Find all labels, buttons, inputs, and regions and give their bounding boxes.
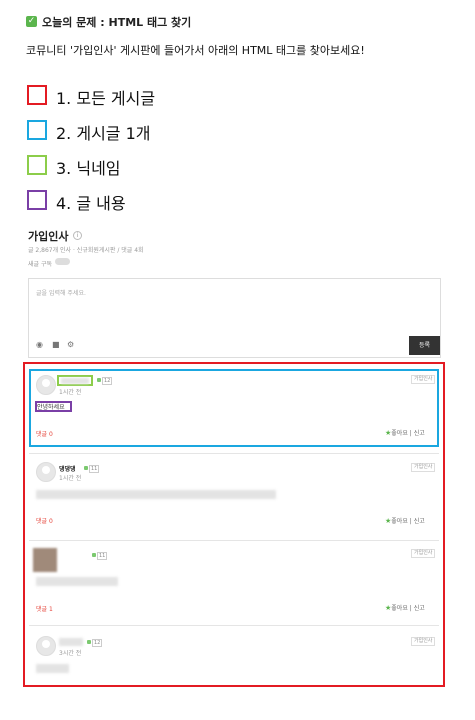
badge-icon [92,553,96,557]
post-separator [29,625,439,626]
post-actions: ★좋아요 | 신고 [385,604,425,612]
question-description: 코뮤니티 '가입인사' 게시판에 들어가서 아래의 HTML 태그를 찾아보세요… [26,44,365,57]
legend-label-one-post: 2. 게시글 1개 [56,124,151,143]
legend-label-content: 4. 글 내용 [56,194,126,213]
post-tag[interactable]: 가입인사 [411,463,436,472]
post-separator [29,540,439,541]
comment-link[interactable]: 댓글 0 [36,516,53,525]
legend-swatch-one-post [27,120,47,140]
avatar-redacted [33,548,57,572]
post-tag[interactable]: 가입인사 [411,637,436,646]
legend-swatch-nickname [27,155,47,175]
post-content-redacted [36,490,276,499]
nickname-redacted [61,378,89,384]
badge-icon [97,378,101,382]
post-content-redacted [36,577,118,586]
report-button[interactable]: 신고 [414,430,425,437]
subscribe-toggle[interactable] [55,258,70,265]
info-icon[interactable]: i [73,231,82,240]
comment-link[interactable]: 댓글 0 [36,429,53,438]
camera-icon[interactable]: ◉ [36,340,43,349]
subscribe-label: 새글 구독 [28,261,52,268]
like-button[interactable]: 좋아요 [391,518,408,525]
editor-placeholder: 글을 입력해 주세요. [36,290,86,297]
gear-icon[interactable]: ⚙ [67,340,74,349]
avatar [36,375,56,395]
legend-label-nickname: 3. 닉네임 [56,159,121,178]
legend-swatch-content [27,190,47,210]
badge-icon [87,640,91,644]
avatar [36,462,56,482]
post-time: 1시간 전 [59,475,82,482]
post-actions: ★좋아요 | 신고 [385,429,425,437]
legend-label-all-posts: 1. 모든 게시글 [56,89,156,108]
like-button[interactable]: 좋아요 [391,430,408,437]
post-nickname[interactable]: 댕댕댕 [59,464,76,473]
comment-link[interactable]: 댓글 1 [36,604,53,613]
submit-button[interactable]: 등록 [409,336,440,355]
video-icon[interactable]: ■ [52,340,60,349]
post-separator [29,453,439,454]
post-time: 1시간 전 [59,389,82,396]
level-badge: 11 [97,552,108,560]
post-editor[interactable] [28,278,441,358]
report-button[interactable]: 신고 [414,518,425,525]
legend-swatch-all-posts [27,85,47,105]
nickname-redacted [59,638,83,646]
check-icon: ✓ [26,16,37,27]
report-button[interactable]: 신고 [414,605,425,612]
board-title[interactable]: 가입인사 [28,228,68,244]
badge-icon [84,466,88,470]
post-tag[interactable]: 가입인사 [411,549,436,558]
level-badge: 12 [102,377,113,385]
post-content: 안녕하세요 [37,404,65,411]
avatar [36,636,56,656]
like-button[interactable]: 좋아요 [391,605,408,612]
post-content-redacted [36,664,69,673]
post-tag[interactable]: 가입인사 [411,375,436,384]
post-time: 3시간 전 [59,650,82,657]
level-badge: 11 [89,465,100,473]
question-title: 오늘의 문제 : HTML 태그 찾기 [42,16,192,29]
post-actions: ★좋아요 | 신고 [385,517,425,525]
board-meta: 글 2,867개 인사 · 신규회원게시판 / 댓글 4회 [28,247,144,254]
level-badge: 12 [92,639,103,647]
